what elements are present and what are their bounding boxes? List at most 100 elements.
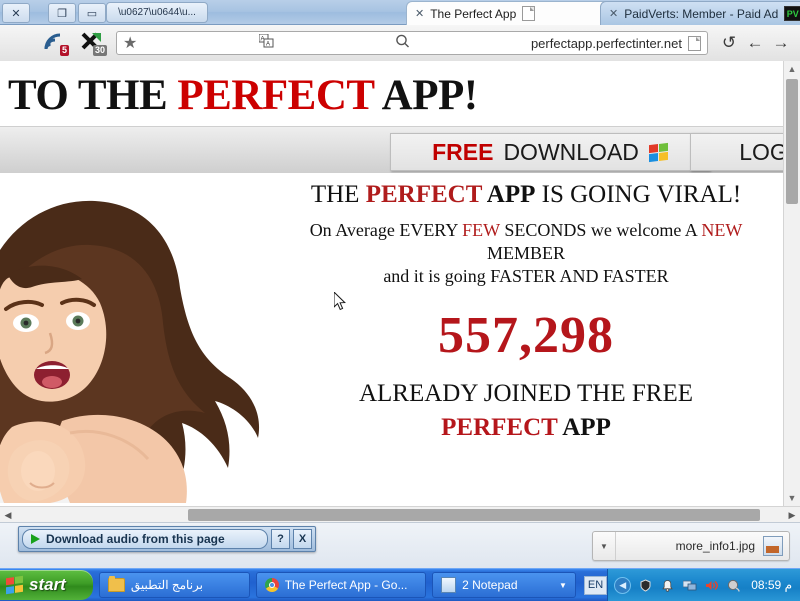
vertical-scroll-thumb[interactable] [786,79,798,204]
download-item[interactable]: ▼ more_info1.jpg [592,531,790,561]
download-filename: more_info1.jpg [675,539,755,553]
vertical-scrollbar[interactable]: ▲ ▼ [783,61,800,506]
hamburger-icon[interactable] [8,35,30,51]
marketing-copy: THE PERFECT APP IS GOING VIRAL! On Avera… [268,181,784,445]
download-caret-icon[interactable]: ▼ [593,532,616,560]
tab-the-perfect-app[interactable]: ✕ The Perfect App [406,1,616,25]
play-icon [31,534,40,544]
image-file-icon [763,536,783,556]
language-indicator[interactable]: EN [583,575,608,595]
free-download-button[interactable]: FREE DOWNLOAD [390,133,710,171]
audio-download-popup: Download audio from this page ? X [18,526,316,552]
taskbar-item-label: The Perfect App - Go... [284,578,408,592]
windows-logo-icon [648,142,668,162]
sub-part1: On Average EVERY [309,220,463,240]
shield-icon[interactable] [638,578,653,593]
viral-app-word: APP [481,181,536,208]
joined-app-word: APP [557,414,611,441]
login-label: LOGIN [739,138,784,165]
screen: ✕ ❐ ▭ \u0627\u0644\u... ✕ The Perfect Ap… [0,0,800,601]
taskbar-item-chrome[interactable]: The Perfect App - Go... [255,572,427,598]
taskbar-item-notepad[interactable]: 2 Notepad ▼ [432,572,576,598]
windows-taskbar: start برنامج التطبيق The Perfect App - G… [0,568,800,601]
viral-part1: THE [310,181,366,208]
viral-part3: IS GOING VIRAL! [535,181,742,208]
back-icon[interactable]: ← [742,31,768,55]
taskbar-item-folder[interactable]: برنامج التطبيق [98,572,250,598]
audio-close-button[interactable]: X [293,529,312,549]
svg-text:A: A [266,41,270,47]
joined-text: ALREADY JOINED THE FREE PERFECT APP [268,377,784,445]
network-icon[interactable] [682,578,697,593]
sub-red-new: NEW [701,220,743,240]
volume-icon[interactable] [704,578,719,593]
address-bar[interactable]: ★ A A perfectapp.perfectinter.net [116,31,708,55]
sub-part2: SECONDS we welcome A [499,220,702,240]
excited-woman-pointing-photo [0,183,268,503]
tab-label: PaidVerts: Member - Paid Ad [624,6,779,21]
hero-red-word: PERFECT [177,72,374,119]
windows-flag-icon [6,575,23,595]
page-icon [522,6,536,21]
viral-headline: THE PERFECT APP IS GOING VIRAL! [268,181,784,209]
subheadline: On Average EVERY FEW SECONDS we welcome … [268,219,784,288]
site-navbar: FREE DOWNLOAD LOGIN [0,126,784,173]
joined-red-word: PERFECT [441,414,558,441]
hero-prefix: TO THE [8,72,178,119]
blocker-icon[interactable]: 30 [80,31,107,56]
scroll-right-arrow[interactable]: ▶ [784,507,800,523]
tab-close-icon[interactable]: ✕ [609,7,618,20]
download-audio-button[interactable]: Download audio from this page [22,529,268,549]
start-button[interactable]: start [0,570,93,600]
tab-strip: ✕ The Perfect App ✕ PaidVerts: Member - … [0,0,800,25]
start-label: start [29,575,66,594]
scroll-down-arrow[interactable]: ▼ [784,490,800,506]
mouse-cursor [333,290,346,311]
reload-icon[interactable]: ↺ [716,31,742,55]
sub-member: MEMBER [486,243,565,263]
title-bar: ✕ ❐ ▭ \u0627\u0644\u... ✕ The Perfect Ap… [0,0,800,25]
scroll-left-arrow[interactable]: ◀ [0,507,16,523]
page-title: TO THE PERFECT APP! [0,61,784,126]
login-button[interactable]: LOGIN [690,133,784,171]
taskbar-item-label: برنامج التطبيق [130,578,203,592]
browser-toolbar: 5 30 ★ A A perfectapp.perfectinter.net ↺… [0,25,800,62]
page-info-icon[interactable] [688,35,701,51]
sub-faster: and it is going FASTER AND FASTER [383,266,669,286]
folder-icon [107,576,125,592]
scroll-up-arrow[interactable]: ▲ [784,61,800,77]
horizontal-scroll-thumb[interactable] [188,509,760,521]
member-counter: 557,298 [438,307,614,364]
sub-red-few: FEW [462,220,500,240]
joined-line1: ALREADY JOINED THE FREE [358,380,693,407]
tab-paidverts[interactable]: ✕ PaidVerts: Member - Paid Ad PV [600,1,800,25]
taskbar-clock[interactable]: 08:59 م [751,578,792,592]
browser-window: ✕ ❐ ▭ \u0627\u0644\u... ✕ The Perfect Ap… [0,0,800,568]
notepad-icon [441,577,457,593]
adblock-count-badge: 5 [59,45,69,56]
taskbar-group-caret-icon[interactable]: ▼ [559,581,567,590]
adblock-icon[interactable]: 5 [42,31,69,56]
system-tray: ◀ 08:59 م [607,569,800,601]
tray-expand-icon[interactable]: ◀ [614,576,632,594]
chrome-icon [264,578,279,592]
viral-red-word: PERFECT [365,181,482,208]
translate-icon[interactable]: A A [258,33,274,53]
horizontal-scrollbar[interactable]: ◀ ▶ [0,506,800,523]
taskbar-item-label: 2 Notepad [462,578,518,592]
update-icon[interactable] [726,578,741,593]
tab-close-icon[interactable]: ✕ [415,7,424,20]
search-icon[interactable] [395,34,410,53]
blocker-count-badge: 30 [92,45,107,56]
page-viewport: TO THE PERFECT APP! FREE DOWNLOAD LOGIN [0,61,784,506]
page-content: THE PERFECT APP IS GOING VIRAL! On Avera… [0,173,784,503]
audio-help-button[interactable]: ? [271,529,290,549]
pv-badge-icon: PV [784,6,800,21]
bell-icon[interactable] [660,578,675,593]
bookmark-star-icon[interactable]: ★ [123,33,137,53]
hero-suffix: APP! [373,72,478,119]
download-audio-label: Download audio from this page [46,532,225,546]
forward-icon[interactable]: → [768,31,794,55]
tab-label: The Perfect App [430,6,517,21]
web-page: TO THE PERFECT APP! FREE DOWNLOAD LOGIN [0,61,784,503]
